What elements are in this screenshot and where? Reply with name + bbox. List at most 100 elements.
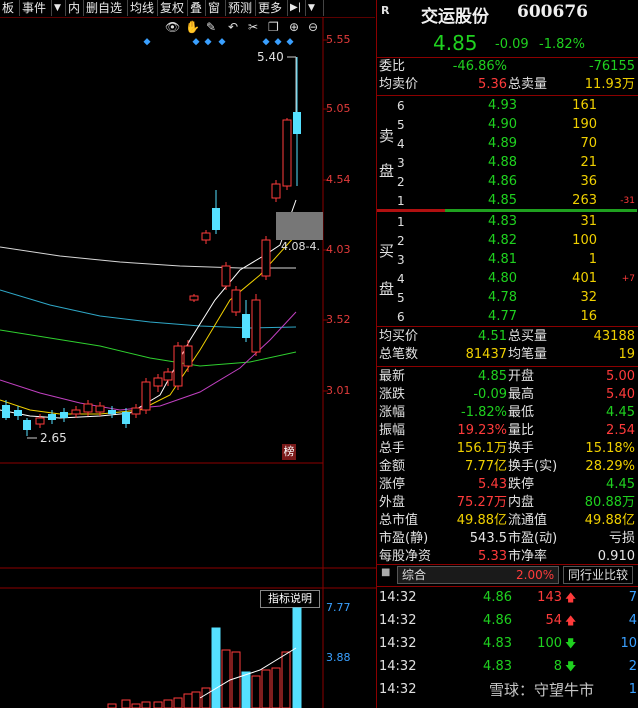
price-change-pct: -1.82%: [539, 37, 585, 52]
ask-volume: 21: [580, 155, 597, 170]
stat-value: 4.45: [606, 477, 635, 492]
bid-row[interactable]: 6 4.77 16: [377, 307, 637, 327]
bid-price: 4.82: [488, 233, 517, 248]
bid-row[interactable]: 2 4.82 100: [377, 231, 637, 251]
stat-value: -1.82%: [461, 405, 507, 420]
volume-bar: [183, 693, 193, 708]
ask-row[interactable]: 4 4.89 70: [377, 134, 637, 154]
ask-price: 4.88: [488, 155, 517, 170]
tick-count: 4: [628, 613, 637, 628]
stat-row: 总市值 49.88亿 流通值 49.88亿: [377, 511, 637, 531]
avg-ask: 5.36: [478, 77, 507, 92]
stat-row: 涨幅 -1.82% 最低 4.45: [377, 403, 637, 423]
stat-label: 流通值: [508, 513, 548, 528]
rank-tag[interactable]: 榜: [282, 444, 296, 460]
price-axis-label: 3.01: [326, 384, 351, 397]
candle: [153, 377, 163, 387]
stat-value: 亏损: [608, 531, 635, 546]
collapse-icon[interactable]: ■: [381, 567, 390, 578]
candle: [251, 299, 261, 353]
stat-value: 15.18%: [585, 441, 635, 456]
volume-bar: [221, 649, 231, 708]
tick-price: 4.86: [483, 613, 512, 628]
stat-label: 开盘: [508, 369, 535, 384]
stat-row: 振幅 19.23% 量比 2.54: [377, 421, 637, 441]
ask-volume: 190: [572, 117, 597, 132]
tab-composite[interactable]: 综合 2.00%: [397, 566, 559, 584]
candle: [108, 410, 116, 414]
arrow-up-icon: 🡅: [565, 614, 577, 627]
volume-bar: [281, 651, 291, 708]
tick-time: 14:32: [379, 613, 417, 628]
stat-label: 最高: [508, 387, 535, 402]
arrow-down-icon: 🡇: [565, 637, 577, 650]
stat-label: 振幅: [379, 423, 406, 438]
bid-level: 6: [397, 310, 405, 324]
price-axis-label: 5.55: [326, 33, 351, 46]
ask-price: 4.89: [488, 136, 517, 151]
ask-volume: 263: [572, 193, 597, 208]
tab-composite-pct: 2.00%: [516, 568, 555, 582]
candle: [201, 232, 211, 241]
ask-level: 1: [397, 194, 405, 208]
bid-level: 1: [397, 215, 405, 229]
tick-time: 14:32: [379, 659, 417, 674]
candle: [122, 412, 130, 424]
price-axis-label: 4.03: [326, 243, 351, 256]
volume-bar: [261, 669, 271, 708]
ask-row[interactable]: 6 4.93 161: [377, 96, 637, 116]
candle: [163, 371, 173, 381]
stat-value: 4.45: [606, 405, 635, 420]
tab-composite-label: 综合: [402, 568, 427, 582]
ask-price: 4.90: [488, 117, 517, 132]
bid-row[interactable]: 3 4.81 1: [377, 250, 637, 270]
stat-row: 外盘 75.27万 内盘 80.88万: [377, 493, 637, 513]
stat-value: 5.00: [606, 369, 635, 384]
last-price: 4.85: [433, 31, 478, 55]
quote-panel: R 交运股份 600676 4.85 -0.09 -1.82% 委比 -46.8…: [376, 0, 638, 708]
candle: [293, 112, 301, 134]
candle: [231, 289, 241, 313]
bid-row[interactable]: 5 4.78 32: [377, 288, 637, 308]
bid-volume: 1: [588, 252, 597, 267]
bid-volume: 100: [572, 233, 597, 248]
stat-value: 19.23%: [457, 423, 507, 438]
bid-row[interactable]: 4 4.80 401 +7: [377, 269, 637, 289]
tick-price: 4.83: [483, 659, 512, 674]
tick-volume: 8: [553, 659, 562, 674]
bid-price: 4.80: [488, 271, 517, 286]
volume-bar: [251, 675, 261, 708]
candle: [221, 265, 231, 287]
total-bid-label: 总买量: [508, 329, 548, 344]
avg-deal: 19: [618, 347, 635, 362]
candle: [189, 295, 199, 301]
stat-row: 涨停 5.43 跌停 4.45: [377, 475, 637, 495]
candle: [141, 381, 151, 411]
ask-level: 2: [397, 175, 405, 189]
tick-time: 14:32: [379, 590, 417, 605]
volume-bar: [201, 687, 211, 708]
candle: [131, 407, 141, 415]
volume-bar: [173, 697, 183, 708]
ask-level: 3: [397, 156, 405, 170]
volume-bar: [191, 691, 201, 708]
candle: [271, 183, 281, 199]
ask-price: 4.86: [488, 174, 517, 189]
bid-row[interactable]: 1 4.83 31: [377, 212, 637, 232]
ask-row[interactable]: 5 4.90 190: [377, 115, 637, 135]
tab-industry-compare[interactable]: 同行业比较: [563, 566, 633, 584]
stat-value: 2.54: [606, 423, 635, 438]
stat-label: 跌停: [508, 477, 535, 492]
candle: [60, 412, 68, 418]
ask-row[interactable]: 3 4.88 21: [377, 153, 637, 173]
stat-row: 市盈(静) 543.5 市盈(动) 亏损: [377, 529, 637, 549]
volume-bar: [141, 701, 151, 708]
stat-label: 涨跌: [379, 387, 406, 402]
stat-row: 金额 7.77亿 换手(实) 28.29%: [377, 457, 637, 477]
ask-row[interactable]: 2 4.86 36: [377, 172, 637, 192]
ask-row[interactable]: 1 4.85 263 -31: [377, 191, 637, 211]
arrow-up-icon: 🡅: [565, 591, 577, 604]
stat-value: 5.40: [606, 387, 635, 402]
stat-value: 543.5: [469, 531, 507, 546]
weibi-pct: -46.86%: [452, 59, 507, 74]
